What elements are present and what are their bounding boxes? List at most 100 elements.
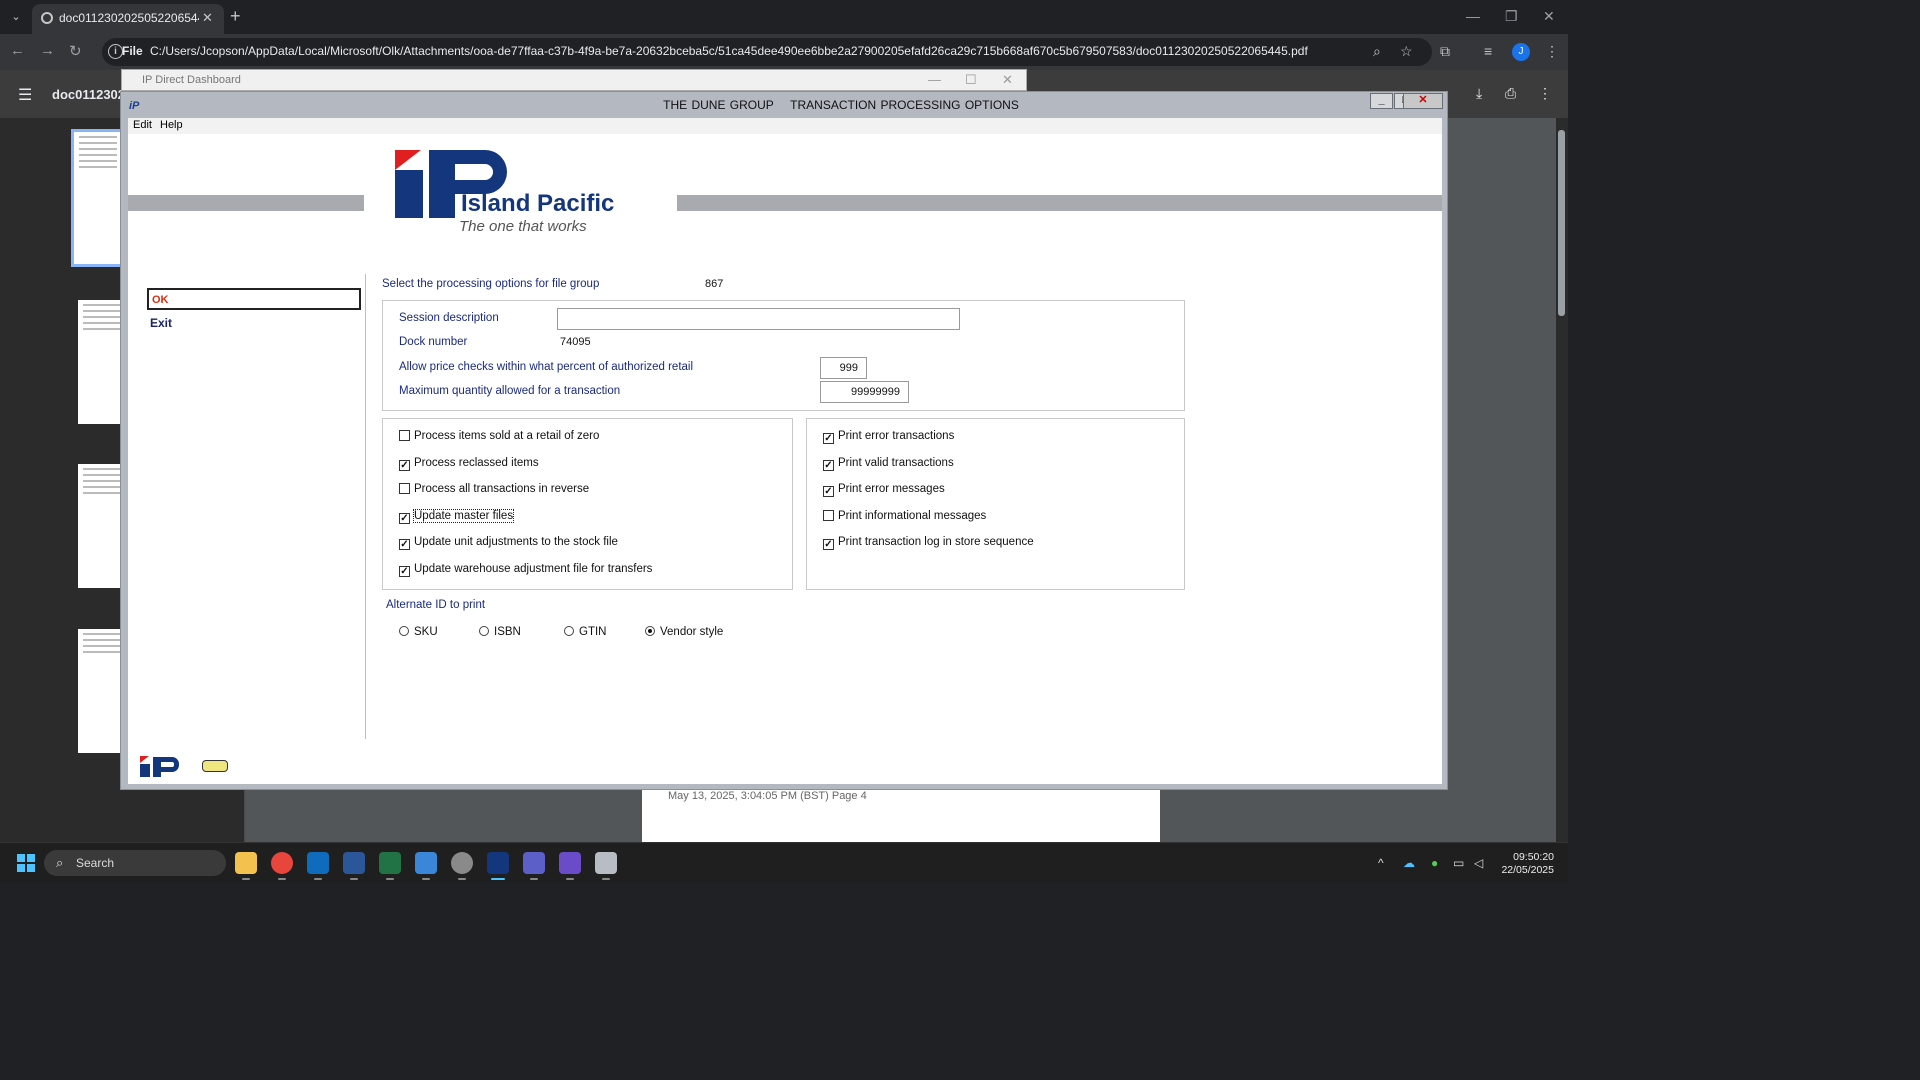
alternate-id-radio[interactable]: ISBN (479, 626, 521, 638)
process-option-checkbox[interactable]: ✓ Update master files (399, 508, 515, 526)
pointing-hand-icon[interactable] (202, 760, 228, 772)
outlook-icon[interactable] (307, 852, 329, 880)
tab-search-chevron-icon[interactable]: ⌄ (6, 8, 26, 26)
checkbox-unchecked-icon[interactable] (399, 483, 410, 495)
checkbox-checked-icon[interactable]: ✓ (399, 566, 410, 577)
island-pacific-logo: Island Pacific The one that works (393, 148, 673, 235)
volume-icon[interactable]: ◁ (1474, 856, 1483, 870)
radio-unselected-icon[interactable] (479, 626, 489, 636)
checkbox-checked-icon[interactable]: ✓ (399, 459, 410, 471)
file-explorer-icon[interactable] (235, 852, 257, 880)
session-description-input[interactable] (557, 308, 960, 330)
checkbox-checked-icon[interactable]: ✓ (823, 486, 834, 498)
dashboard-minimize-icon[interactable]: — (928, 72, 941, 87)
menu-help[interactable]: Help (160, 119, 183, 131)
tray-chevron-icon[interactable]: ^ (1378, 856, 1384, 870)
address-bar[interactable]: i File C:/Users/Jcopson/AppData/Local/Mi… (102, 38, 1432, 66)
checkbox-checked-icon[interactable]: ✓ (823, 459, 834, 471)
onedrive-icon[interactable]: ☁ (1403, 856, 1415, 870)
taskbar-clock[interactable]: 09:50:20 22/05/2025 (1494, 851, 1554, 877)
ip-direct-icon[interactable] (487, 852, 509, 880)
address-url[interactable]: C:/Users/Jcopson/AppData/Local/Microsoft… (150, 44, 1308, 58)
checkbox-unchecked-icon[interactable] (399, 430, 410, 441)
process-option-checkbox[interactable]: Process items sold at a retail of zero (399, 430, 599, 446)
ip-direct-dashboard-window: IP Direct Dashboard — ☐ ✕ (121, 69, 1027, 91)
microphone-icon[interactable]: ● (1431, 856, 1438, 870)
page-thumbnail[interactable] (78, 629, 126, 753)
print-option-checkbox[interactable]: ✓ Print valid transactions (823, 457, 954, 473)
app-window-icon[interactable] (595, 852, 617, 880)
radio-unselected-icon[interactable] (399, 626, 409, 636)
file-group-prompt: Select the processing options for file g… (382, 278, 600, 290)
settings-icon[interactable] (451, 852, 473, 880)
price-check-percent-input[interactable] (820, 357, 867, 379)
bookmark-star-icon[interactable]: ☆ (1400, 43, 1413, 60)
dashboard-maximize-icon[interactable]: ☐ (965, 72, 977, 88)
word-icon[interactable] (343, 852, 365, 880)
process-option-checkbox[interactable]: ✓ Process reclassed items (399, 457, 539, 473)
notepad-icon[interactable] (415, 852, 437, 880)
ok-button[interactable]: OK (147, 288, 361, 310)
alternate-id-radio[interactable]: SKU (399, 626, 438, 638)
process-option-label: Update master files (412, 508, 515, 523)
checkbox-checked-icon[interactable]: ✓ (399, 539, 410, 551)
checkbox-unchecked-icon[interactable] (823, 509, 834, 521)
window-restore-icon[interactable]: ❐ (1505, 8, 1518, 25)
new-tab-icon[interactable]: + (230, 6, 241, 27)
browser-tab[interactable]: doc01123020250522065445.pdf ✕ (32, 4, 224, 34)
dashboard-close-icon[interactable]: ✕ (1002, 72, 1013, 88)
taskbar-search-box[interactable]: ⌕ Search (44, 850, 226, 876)
checkbox-checked-icon[interactable]: ✓ (823, 539, 834, 551)
print-option-checkbox[interactable]: ✓ Print error messages (823, 483, 945, 499)
network-icon[interactable]: ▭ (1453, 856, 1464, 870)
chrome-menu-icon[interactable]: ⋮ (1545, 43, 1559, 60)
site-info-icon[interactable]: i (108, 44, 123, 59)
excel-icon[interactable] (379, 852, 401, 880)
reload-icon[interactable]: ↻ (69, 42, 82, 60)
clock-time: 09:50:20 (1513, 851, 1554, 863)
zoom-icon[interactable]: ⌕ (1373, 43, 1381, 60)
dock-number-label: Dock number (399, 336, 468, 348)
dialog-title: THE DUNE GROUP TRANSACTION PROCESSING OP… (121, 98, 1561, 112)
dialog-close-button[interactable]: ✕ (1403, 93, 1443, 109)
media-icon[interactable]: ≡ (1484, 43, 1492, 59)
tab-title: doc01123020250522065445.pdf (59, 11, 199, 25)
chrome-icon[interactable] (271, 852, 293, 880)
checkbox-checked-icon[interactable]: ✓ (823, 433, 834, 444)
menu-edit[interactable]: Edit (133, 119, 152, 131)
file-group-value: 867 (705, 278, 724, 290)
radio-unselected-icon[interactable] (564, 626, 574, 636)
teams-icon[interactable] (523, 852, 545, 880)
checkbox-checked-icon[interactable]: ✓ (399, 512, 410, 524)
page-thumbnail[interactable] (78, 464, 126, 588)
window-minimize-icon[interactable]: — (1466, 8, 1480, 24)
extensions-icon[interactable]: ⧉ (1440, 43, 1450, 60)
pdf-menu-icon[interactable]: ☰ (18, 85, 32, 105)
page-thumbnail[interactable] (78, 300, 126, 424)
max-quantity-input[interactable] (820, 381, 909, 403)
page-thumbnail[interactable] (71, 129, 125, 267)
alternate-id-radio-label: GTIN (579, 626, 607, 638)
app-q-icon[interactable] (559, 852, 581, 880)
process-option-checkbox[interactable]: ✓ Update warehouse adjustment file for tr… (399, 563, 652, 579)
dialog-minimize-button[interactable]: _ (1370, 93, 1393, 109)
browser-tab-strip: ⌄ doc01123020250522065445.pdf ✕ + — ❐ ✕ (0, 0, 1568, 34)
pdf-scrollbar[interactable] (1556, 118, 1568, 842)
forward-icon[interactable]: → (40, 42, 55, 59)
back-icon[interactable]: ← (10, 42, 25, 59)
alternate-id-radio-label: Vendor style (660, 626, 724, 638)
exit-button[interactable]: Exit (150, 316, 172, 330)
alternate-id-radio[interactable]: GTIN (564, 626, 606, 638)
radio-selected-icon[interactable] (645, 626, 655, 636)
windows-start-icon[interactable] (17, 854, 35, 872)
process-option-checkbox[interactable]: Process all transactions in reverse (399, 483, 589, 499)
window-close-icon[interactable]: ✕ (1543, 8, 1555, 25)
print-option-checkbox[interactable]: Print informational messages (823, 509, 986, 526)
alternate-id-radio[interactable]: Vendor style (645, 626, 723, 638)
profile-avatar[interactable]: J (1512, 43, 1530, 61)
tab-close-icon[interactable]: ✕ (202, 10, 213, 26)
print-option-checkbox[interactable]: ✓ Print error transactions (823, 430, 954, 446)
print-option-checkbox[interactable]: ✓ Print transaction log in store sequence (823, 536, 1034, 552)
process-option-checkbox[interactable]: ✓ Update unit adjustments to the stock fi… (399, 536, 618, 552)
browser-toolbar: ← → ↻ i File C:/Users/Jcopson/AppData/Lo… (0, 34, 1568, 70)
